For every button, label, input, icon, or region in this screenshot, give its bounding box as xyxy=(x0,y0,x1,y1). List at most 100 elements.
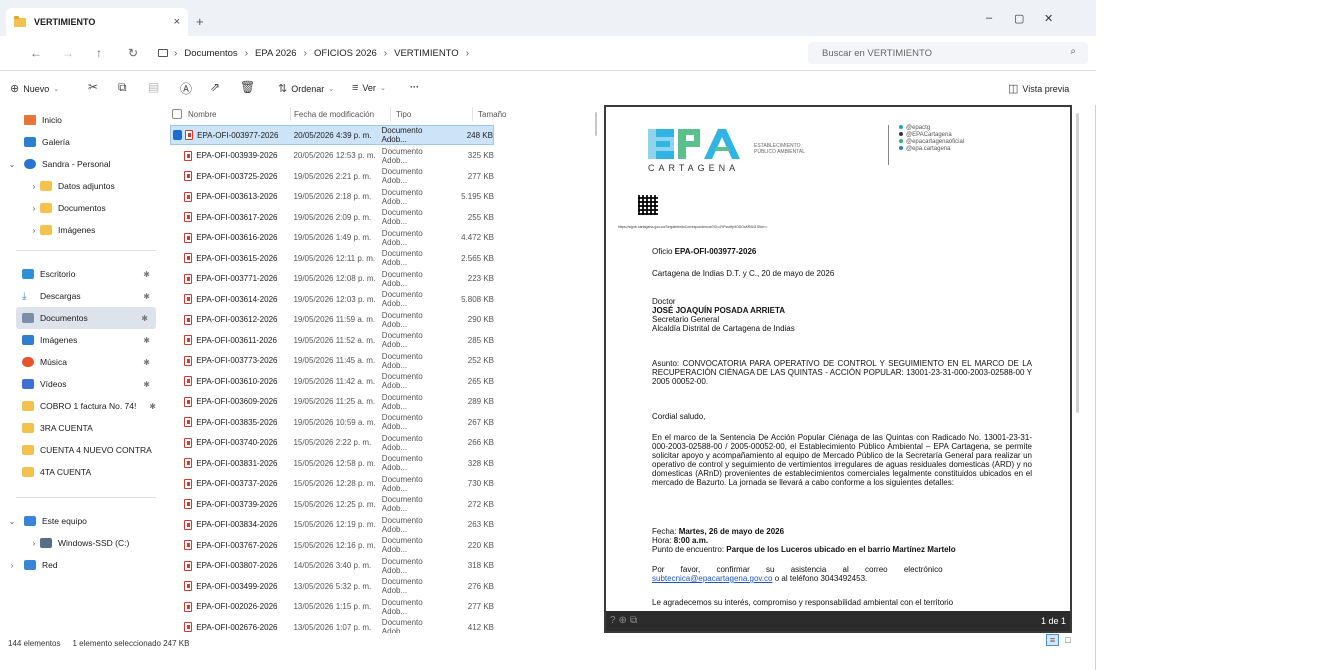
column-header-date[interactable]: Fecha de modificación xyxy=(294,105,374,123)
column-header-size[interactable]: Tamaño xyxy=(478,105,506,123)
sidebar-item-descargas[interactable]: ⤓ Descargas ✱ xyxy=(0,285,158,307)
table-row[interactable]: EPA-OFI-003939-2026 20/05/2026 12:53 p. m… xyxy=(170,146,494,166)
cut-icon[interactable]: ✂ xyxy=(88,80,98,94)
table-row[interactable]: EPA-OFI-003834-2026 15/05/2026 12:19 p. m… xyxy=(170,515,494,535)
pin-icon[interactable]: ✱ xyxy=(143,270,150,279)
more-options-button[interactable]: ··· xyxy=(410,82,419,92)
paste-icon[interactable]: ▤ xyxy=(148,80,159,94)
place-date: Cartagena de Indias D.T. y C., 20 de may… xyxy=(652,269,835,278)
table-row[interactable]: EPA-OFI-003613-2026 19/05/2026 2:18 p. m.… xyxy=(170,187,494,207)
sidebar-item-3ra-cuenta[interactable]: 3RA CUENTA xyxy=(0,417,158,439)
table-row[interactable]: EPA-OFI-003771-2026 19/05/2026 12:08 p. m… xyxy=(170,269,494,289)
close-window-button[interactable]: ✕ xyxy=(1044,12,1053,25)
breadcrumb-documentos[interactable]: Documentos xyxy=(184,48,237,59)
pdf-tools-icons[interactable]: ?⊕⧉ xyxy=(610,615,640,626)
details-view-icon[interactable]: ≡ xyxy=(1046,634,1059,646)
table-row[interactable]: EPA-OFI-003807-2026 14/05/2026 3:40 p. m.… xyxy=(170,556,494,576)
preview-pane-button[interactable]: ◫ Vista previa xyxy=(1008,82,1069,95)
delete-icon[interactable]: 🗑 xyxy=(240,80,255,94)
table-row[interactable]: EPA-OFI-003617-2026 19/05/2026 2:09 p. m.… xyxy=(170,207,494,227)
preview-scrollbar[interactable] xyxy=(1076,113,1079,413)
sidebar-item-cobro-1[interactable]: COBRO 1 factura No. 74! ✱ xyxy=(0,395,158,417)
table-row[interactable]: EPA-OFI-003767-2026 15/05/2026 12:16 p. m… xyxy=(170,535,494,555)
table-row[interactable]: EPA-OFI-003739-2026 15/05/2026 12:25 p. m… xyxy=(170,494,494,514)
sidebar-item-documentos[interactable]: Documentos ✱ xyxy=(16,307,156,329)
minimize-button[interactable]: – xyxy=(986,12,992,24)
table-row[interactable]: EPA-OFI-003615-2026 19/05/2026 12:11 p. m… xyxy=(170,248,494,268)
table-row[interactable]: EPA-OFI-003835-2026 19/05/2026 10:59 a. m… xyxy=(170,412,494,432)
copy-icon[interactable]: ⧉ xyxy=(118,80,127,95)
table-row[interactable]: EPA-OFI-003609-2026 19/05/2026 11:25 a. m… xyxy=(170,392,494,412)
sidebar-item-windows-ssd[interactable]: › Windows-SSD (C:) xyxy=(0,532,158,554)
forward-button[interactable]: → xyxy=(62,46,74,60)
tab-vertimiento[interactable]: VERTIMIENTO × xyxy=(6,8,188,36)
pin-icon[interactable]: ✱ xyxy=(149,402,156,411)
new-button[interactable]: ⊕ Nuevo ⌄ xyxy=(10,82,59,95)
sidebar-item-label: Inicio xyxy=(42,115,62,125)
sidebar-item-imagenes-cloud[interactable]: › Imágenes xyxy=(0,219,158,241)
column-divider[interactable] xyxy=(390,107,391,121)
sidebar-item-cuenta-4[interactable]: CUENTA 4 NUEVO CONTRA xyxy=(0,439,158,461)
search-input[interactable]: Buscar en VERTIMIENTO ⌕ xyxy=(808,42,1088,64)
social-text: @EPACartagena xyxy=(906,132,952,138)
address-bar[interactable]: › Documentos › EPA 2026 › OFICIOS 2026 ›… xyxy=(158,42,798,64)
sidebar-item-label: Descargas xyxy=(40,291,81,301)
new-tab-button[interactable]: + xyxy=(196,14,204,29)
table-row[interactable]: EPA-OFI-003499-2026 13/05/2026 5:32 p. m.… xyxy=(170,576,494,596)
select-all-checkbox[interactable] xyxy=(172,109,182,119)
column-divider[interactable] xyxy=(290,107,291,121)
table-row[interactable]: EPA-OFI-002026-2026 13/05/2026 1:15 p. m.… xyxy=(170,597,494,617)
restore-button[interactable]: ▢ xyxy=(1014,12,1024,25)
table-row[interactable]: EPA-OFI-003610-2026 19/05/2026 11:42 a. m… xyxy=(170,371,494,391)
refresh-button[interactable]: ↻ xyxy=(128,46,138,60)
table-row[interactable]: EPA-OFI-003614-2026 19/05/2026 12:03 p. m… xyxy=(170,289,494,309)
rename-icon[interactable]: Ⓐ xyxy=(180,80,192,97)
sidebar-item-label: Vídeos xyxy=(40,379,67,389)
sidebar-item-musica[interactable]: Música ✱ xyxy=(0,351,158,373)
table-row[interactable]: EPA-OFI-003977-2026 20/05/2026 4:39 p. m.… xyxy=(170,125,494,145)
column-divider[interactable] xyxy=(472,107,473,121)
breadcrumb-vertimiento[interactable]: VERTIMIENTO xyxy=(394,48,459,59)
tiles-view-icon[interactable]: □ xyxy=(1062,635,1075,647)
sidebar-item-este-equipo[interactable]: ⌄ Este equipo xyxy=(0,510,158,532)
table-row[interactable]: EPA-OFI-003612-2026 19/05/2026 11:59 a. m… xyxy=(170,310,494,330)
view-button[interactable]: ≡ Ver ⌄ xyxy=(352,82,386,94)
sidebar-item-sandra-personal[interactable]: ⌄ Sandra - Personal xyxy=(0,153,158,175)
up-button[interactable]: ↑ xyxy=(96,46,102,60)
pin-icon[interactable]: ✱ xyxy=(143,292,150,301)
table-row[interactable]: EPA-OFI-003831-2026 15/05/2026 12:58 p. m… xyxy=(170,453,494,473)
share-icon[interactable]: ⇗ xyxy=(210,80,220,94)
sidebar-item-label: Documentos xyxy=(58,203,106,213)
table-row[interactable]: EPA-OFI-003725-2026 19/05/2026 2:21 p. m.… xyxy=(170,166,494,186)
pin-icon[interactable]: ✱ xyxy=(143,336,150,345)
sidebar-item-imagenes[interactable]: Imágenes ✱ xyxy=(0,329,158,351)
pin-icon[interactable]: ✱ xyxy=(143,380,150,389)
sidebar-item-escritorio[interactable]: Escritorio ✱ xyxy=(0,263,158,285)
sidebar-item-galeria[interactable]: Galería xyxy=(0,131,158,153)
table-row[interactable]: EPA-OFI-003616-2026 19/05/2026 1:49 p. m.… xyxy=(170,228,494,248)
row-checkbox[interactable] xyxy=(173,130,183,140)
breadcrumb-epa-2026[interactable]: EPA 2026 xyxy=(255,48,297,59)
sidebar-item-inicio[interactable]: Inicio xyxy=(0,109,158,131)
back-button[interactable]: ← xyxy=(30,46,42,60)
table-row[interactable]: EPA-OFI-003611-2026 19/05/2026 11:52 a. m… xyxy=(170,330,494,350)
sidebar-item-4ta-cuenta[interactable]: 4TA CUENTA xyxy=(0,461,158,483)
table-row[interactable]: EPA-OFI-003773-2026 19/05/2026 11:45 a. m… xyxy=(170,351,494,371)
sidebar-item-documentos-cloud[interactable]: › Documentos xyxy=(0,197,158,219)
pin-icon[interactable]: ✱ xyxy=(141,314,148,323)
table-row[interactable]: EPA-OFI-003740-2026 15/05/2026 2:22 p. m.… xyxy=(170,433,494,453)
column-header-type[interactable]: Tipo xyxy=(396,105,411,123)
file-list-scrollbar[interactable] xyxy=(595,112,597,136)
sidebar-item-videos[interactable]: Vídeos ✱ xyxy=(0,373,158,395)
sort-button[interactable]: ⇅ Ordenar ⌄ xyxy=(278,82,334,95)
breadcrumb-oficios-2026[interactable]: OFICIOS 2026 xyxy=(314,48,377,59)
sidebar-item-red[interactable]: › Red xyxy=(0,554,158,576)
sidebar-item-datos-adjuntos[interactable]: › Datos adjuntos xyxy=(0,175,158,197)
table-row[interactable]: EPA-OFI-003737-2026 15/05/2026 12:28 p. m… xyxy=(170,474,494,494)
close-tab-button[interactable]: × xyxy=(174,16,180,28)
file-name: EPA-OFI-003610-2026 xyxy=(196,376,278,386)
column-header-name[interactable]: Nombre xyxy=(172,105,216,123)
table-row[interactable]: EPA-OFI-002676-2026 13/05/2026 1:07 p. m.… xyxy=(170,617,494,633)
pin-icon[interactable]: ✱ xyxy=(143,358,150,367)
email-link[interactable]: subtecnica@epacartagena.gov.co xyxy=(652,574,773,583)
